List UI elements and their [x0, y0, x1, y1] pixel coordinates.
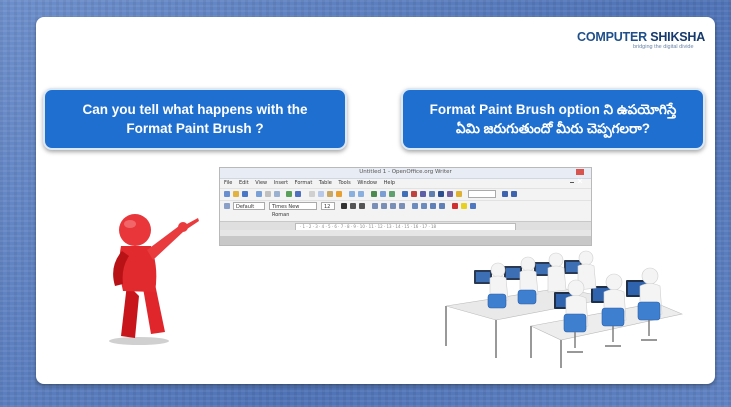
- formatting-toolbar: Default Times New Roman 12: [220, 200, 591, 218]
- menu-format[interactable]: Format: [295, 180, 313, 186]
- ruler: · 1 · 2 · 3 · 4 · 5 · 6 · 7 · 8 · 9 · 10…: [220, 221, 591, 231]
- font-name-select[interactable]: Times New Roman: [269, 202, 317, 218]
- table-icon[interactable]: [380, 191, 386, 197]
- computer-lab-illustration: [445, 250, 683, 368]
- copy-icon[interactable]: [318, 191, 324, 197]
- question-telugu-line2: ఏమి జరుగుతుందో మీరు చెప్పగలరా?: [455, 121, 651, 136]
- save-icon[interactable]: [242, 191, 248, 197]
- find-replace-icon[interactable]: [402, 191, 408, 197]
- format-paintbrush-icon[interactable]: [336, 191, 342, 197]
- paragraph-style-select[interactable]: Default: [233, 202, 265, 210]
- decrease-indent-icon[interactable]: [430, 203, 436, 209]
- question-telugu-line1: Format Paint Brush option ని ఉపయోగిస్తే: [429, 102, 677, 117]
- new-document-icon[interactable]: [224, 191, 230, 197]
- find-previous-icon[interactable]: [511, 191, 517, 197]
- gallery-icon[interactable]: [420, 191, 426, 197]
- align-left-icon[interactable]: [372, 203, 378, 209]
- bullets-icon[interactable]: [421, 203, 427, 209]
- menu-view[interactable]: View: [255, 180, 267, 186]
- zoom-icon[interactable]: [447, 191, 453, 197]
- menu-help[interactable]: Help: [384, 180, 395, 186]
- menu-edit[interactable]: Edit: [239, 180, 249, 186]
- highlighting-icon[interactable]: [461, 203, 467, 209]
- menu-file[interactable]: File: [224, 180, 232, 186]
- document-page[interactable]: [220, 230, 591, 236]
- font-color-icon[interactable]: [452, 203, 458, 209]
- question-english-bubble: Can you tell what happens with the Forma…: [43, 88, 347, 150]
- question-english-line1: Can you tell what happens with the: [82, 102, 308, 117]
- nonprinting-characters-icon[interactable]: [438, 191, 444, 197]
- help-icon[interactable]: [456, 191, 462, 197]
- edit-file-icon[interactable]: [256, 191, 262, 197]
- standard-toolbar: [220, 188, 591, 200]
- menu-window[interactable]: Window: [357, 180, 377, 186]
- menu-insert[interactable]: Insert: [274, 180, 288, 186]
- writer-menu-bar: File Edit View Insert Format Table Tools…: [220, 179, 591, 188]
- page-preview-icon[interactable]: [274, 191, 280, 197]
- cut-icon[interactable]: [309, 191, 315, 197]
- spellcheck-icon[interactable]: [286, 191, 292, 197]
- document-area[interactable]: [220, 230, 591, 245]
- print-icon[interactable]: [265, 191, 271, 197]
- increase-indent-icon[interactable]: [439, 203, 445, 209]
- question-english-line2: Format Paint Brush ?: [126, 121, 264, 136]
- justify-icon[interactable]: [399, 203, 405, 209]
- autospellcheck-icon[interactable]: [295, 191, 301, 197]
- font-size-select[interactable]: 12: [321, 202, 335, 210]
- show-draw-functions-icon[interactable]: [389, 191, 395, 197]
- logo-text-2: SHIKSHA: [646, 30, 706, 44]
- close-icon[interactable]: [576, 169, 584, 184]
- styles-icon[interactable]: [224, 203, 230, 209]
- question-telugu-bubble: Format Paint Brush option ని ఉపయోగిస్తే …: [401, 88, 705, 150]
- writer-title: Untitled 1 - OpenOffice.org Writer: [359, 169, 452, 175]
- menu-table[interactable]: Table: [319, 180, 332, 186]
- logo-tagline: bridging the digital divide: [633, 44, 694, 50]
- undo-icon[interactable]: [349, 191, 355, 197]
- computer-shiksha-logo: COMPUTER SHIKSHA bridging the digital di…: [577, 30, 705, 52]
- paste-icon[interactable]: [327, 191, 333, 197]
- red-3d-figure-pointing-illustration: [109, 214, 199, 345]
- italic-icon[interactable]: [350, 203, 356, 209]
- underline-icon[interactable]: [359, 203, 365, 209]
- open-icon[interactable]: [233, 191, 239, 197]
- redo-icon[interactable]: [358, 191, 364, 197]
- menu-tools[interactable]: Tools: [338, 180, 350, 186]
- find-field[interactable]: [468, 190, 496, 198]
- writer-window: Untitled 1 - OpenOffice.org Writer File …: [219, 167, 592, 246]
- navigator-icon[interactable]: [411, 191, 417, 197]
- data-sources-icon[interactable]: [429, 191, 435, 197]
- align-right-icon[interactable]: [390, 203, 396, 209]
- numbering-icon[interactable]: [412, 203, 418, 209]
- find-next-icon[interactable]: [502, 191, 508, 197]
- logo-text-1: COMPUTER: [577, 30, 647, 44]
- background-color-icon[interactable]: [470, 203, 476, 209]
- align-center-icon[interactable]: [381, 203, 387, 209]
- hyperlink-icon[interactable]: [371, 191, 377, 197]
- writer-title-bar: Untitled 1 - OpenOffice.org Writer: [220, 168, 591, 184]
- bold-icon[interactable]: [341, 203, 347, 209]
